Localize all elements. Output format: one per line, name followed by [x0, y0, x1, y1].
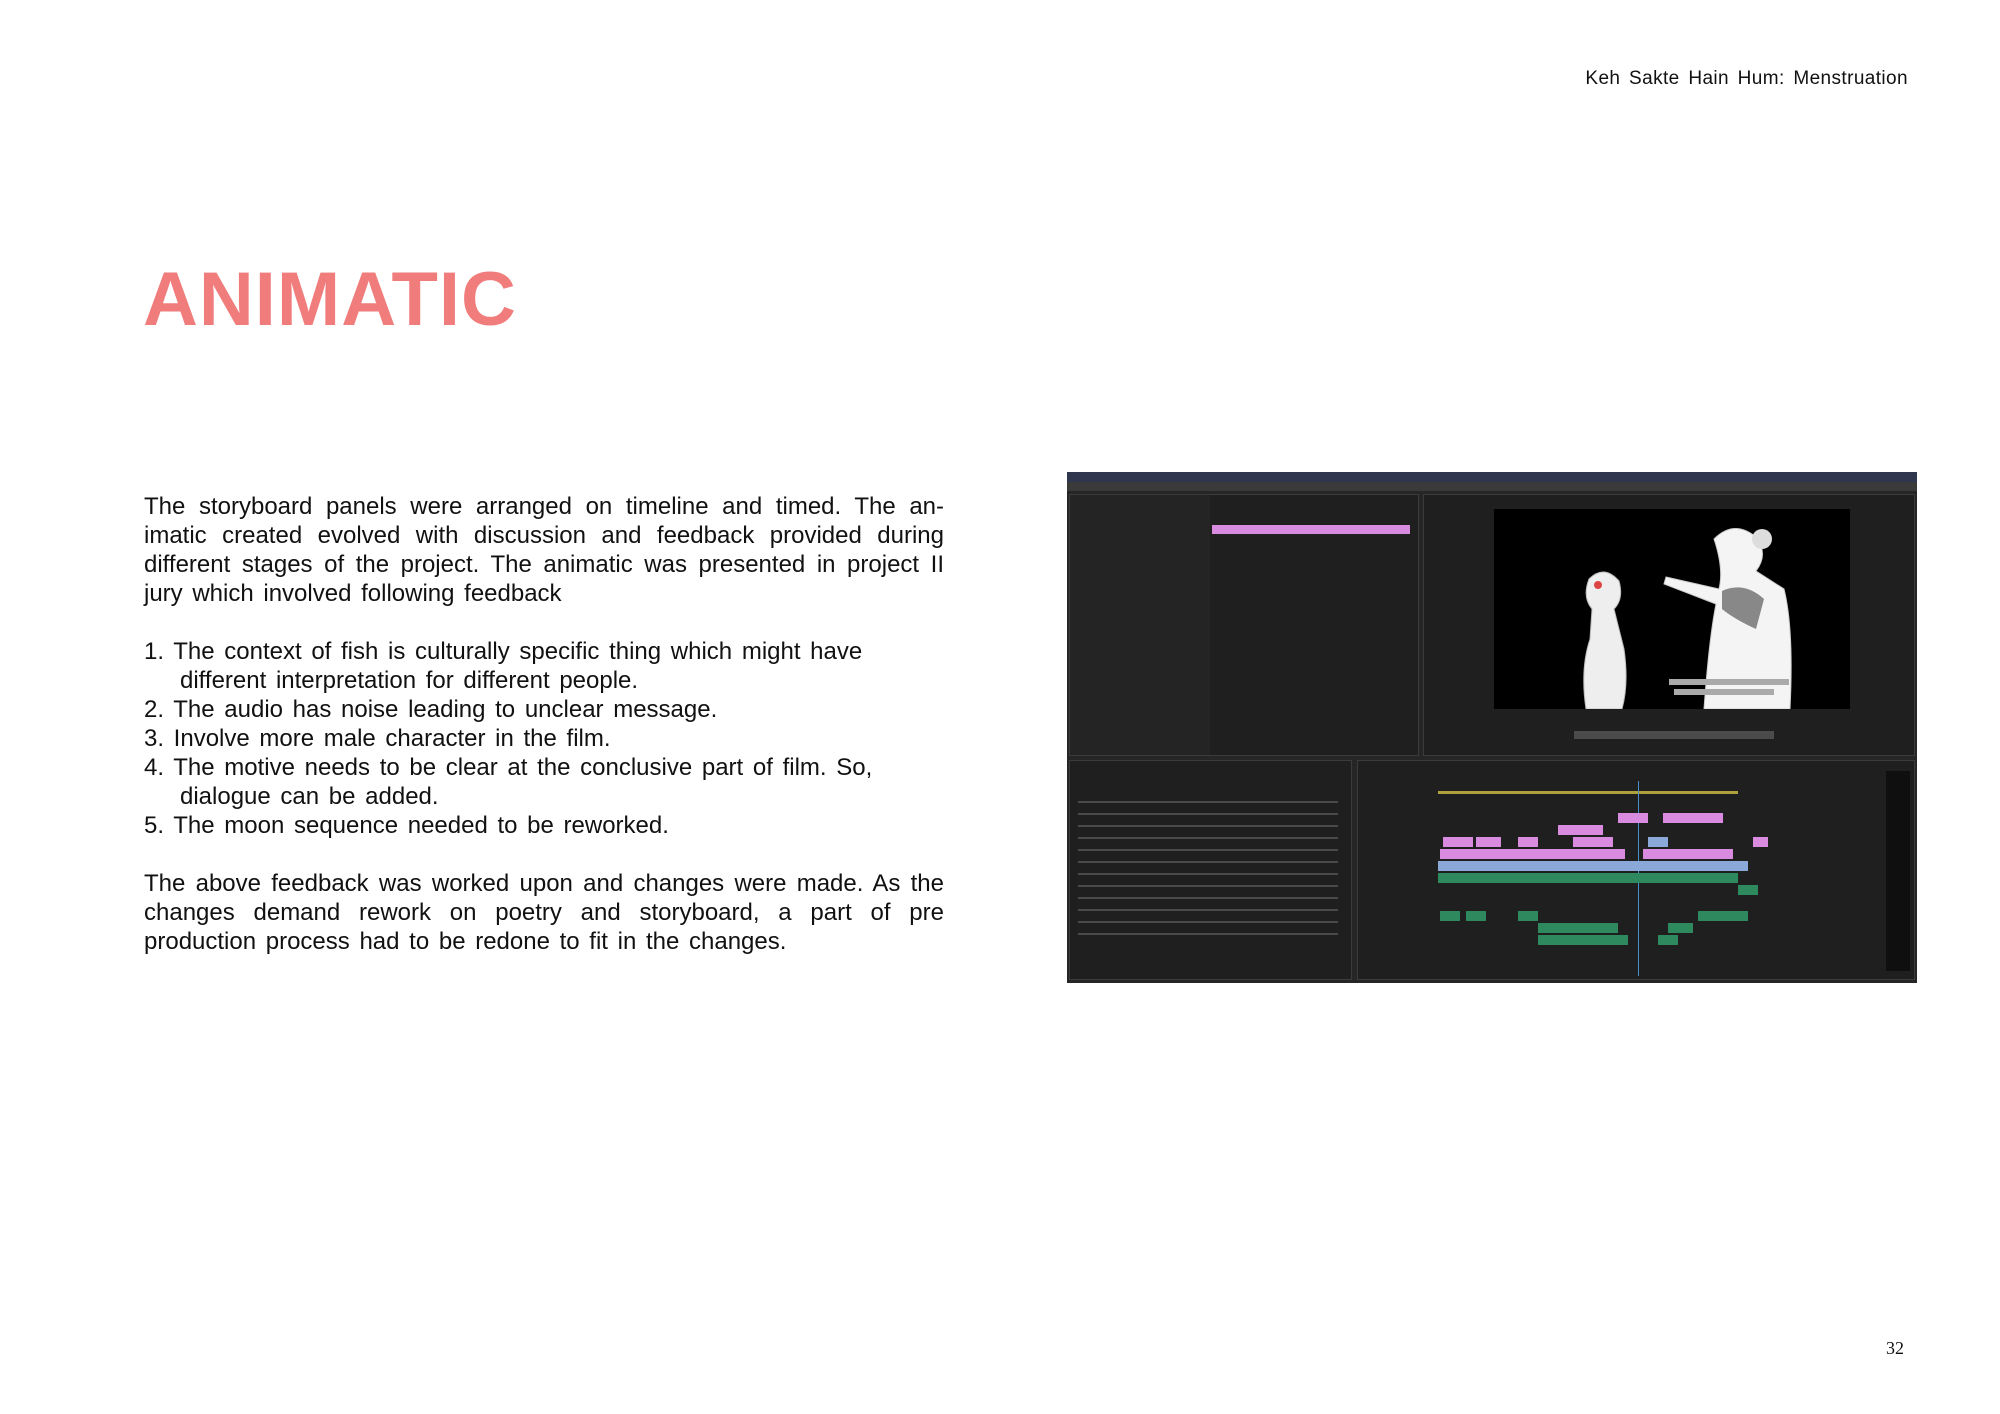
body-text: The storyboard panels were arranged on t…	[144, 492, 944, 956]
timeline-clip	[1643, 849, 1733, 859]
conclusion-paragraph: The above feedback was worked upon and c…	[144, 870, 944, 955]
timeline-clip	[1440, 911, 1460, 921]
timeline-clip	[1558, 825, 1603, 835]
feedback-item: 4. The motive needs to be clear at the c…	[144, 754, 873, 810]
storyboard-frame	[1583, 528, 1792, 710]
child-figure	[1583, 571, 1627, 710]
program-monitor-panel	[1423, 494, 1915, 756]
program-viewer	[1494, 509, 1850, 710]
feedback-item: 5. The moon sequence needed to be rework…	[144, 812, 669, 839]
timeline-clip	[1438, 873, 1738, 883]
timeline-clip	[1618, 813, 1648, 823]
child-hair-flower	[1594, 581, 1602, 589]
timeline-clip	[1658, 935, 1678, 945]
timeline-clip	[1663, 813, 1723, 823]
feedback-item: 1. The context of fish is culturally spe…	[144, 638, 863, 694]
window-title-bar	[1067, 472, 1917, 482]
menu-bar	[1067, 482, 1917, 491]
feedback-item: 3. Involve more male character in the fi…	[144, 725, 611, 752]
timeline-clip	[1466, 911, 1486, 921]
timeline-clip	[1440, 849, 1625, 859]
timeline-clip	[1476, 837, 1501, 847]
timeline-clip	[1438, 861, 1748, 871]
timeline-clip	[1518, 837, 1538, 847]
adult-hair-bun	[1752, 529, 1772, 549]
subtitle-line	[1669, 679, 1789, 685]
timeline-clip	[1753, 837, 1768, 847]
timeline-clip	[1518, 911, 1538, 921]
editing-software-screenshot	[1067, 472, 1917, 983]
timeline-clip	[1668, 923, 1693, 933]
selected-clip-bar	[1212, 525, 1410, 534]
effect-controls-column	[1070, 495, 1210, 755]
audio-meter	[1886, 771, 1910, 971]
feedback-list: 1. The context of fish is culturally spe…	[144, 637, 944, 840]
timeline-clip	[1538, 923, 1618, 933]
header-title: Keh Sakte Hain Hum: Menstruation	[1585, 68, 1908, 89]
timeline-clip	[1698, 911, 1748, 921]
subtitle-line	[1674, 689, 1774, 695]
timeline-clip	[1648, 837, 1668, 847]
page-number: 32	[1886, 1338, 1904, 1358]
feedback-item: 2. The audio has noise leading to unclea…	[144, 696, 718, 723]
timeline-clip	[1443, 837, 1473, 847]
effect-controls-panel	[1069, 494, 1419, 756]
intro-paragraph: The storyboard panels were arranged on t…	[144, 493, 944, 607]
work-area-bar	[1438, 791, 1738, 794]
timeline-clip	[1738, 885, 1758, 895]
page-title: ANIMATIC	[143, 257, 517, 342]
timeline-clip	[1573, 837, 1613, 847]
playback-controls	[1574, 731, 1774, 739]
timeline-panel	[1357, 760, 1915, 980]
timeline-clip	[1538, 935, 1628, 945]
project-panel	[1069, 760, 1352, 980]
